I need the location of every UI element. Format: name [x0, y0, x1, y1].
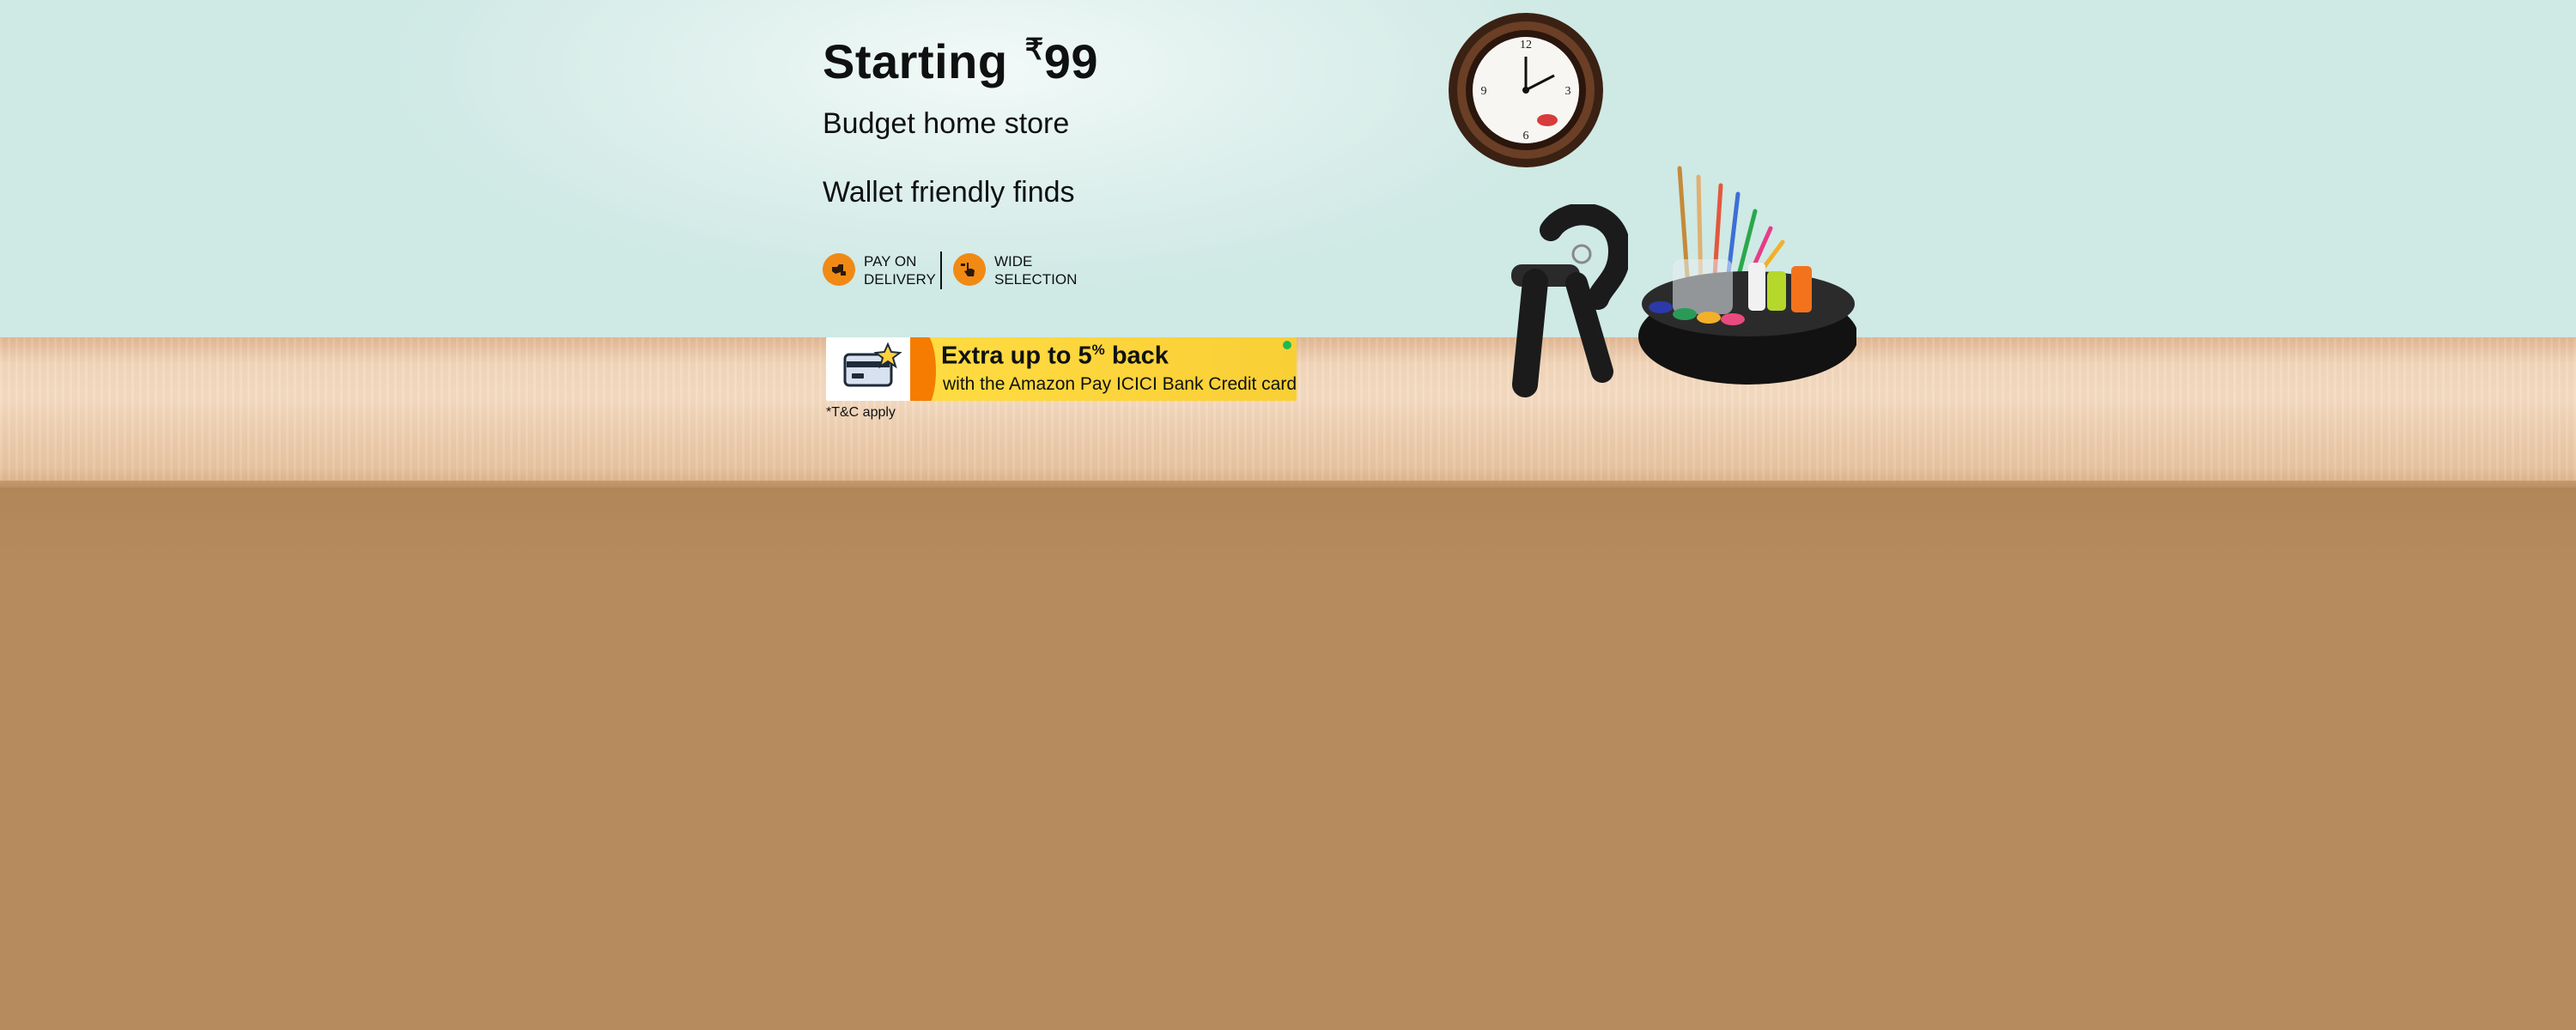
badge-pay-on-delivery: PAY ON DELIVERY: [823, 250, 936, 294]
rupee-symbol: ₹: [1024, 33, 1044, 66]
badge-pay-label: PAY ON DELIVERY: [864, 252, 950, 288]
art-supplies-organizer-icon[interactable]: [1619, 160, 1856, 403]
terms-apply: *T&C apply: [826, 405, 896, 420]
hand-gripper-icon[interactable]: [1499, 204, 1628, 402]
offer-subtitle: with the Amazon Pay ICICI Bank Credit ca…: [943, 374, 1297, 394]
badge-pay-line2: DELIVERY: [864, 271, 936, 288]
hero-tagline: Wallet friendly finds: [823, 176, 1075, 209]
svg-text:9: 9: [1481, 85, 1487, 98]
offer-indicator-dot: [1283, 341, 1291, 349]
credit-card-offer-banner[interactable]: Extra up to 5% back with the Amazon Pay …: [826, 337, 1297, 401]
floor-background: [0, 488, 2576, 1030]
offer-title-suffix: back: [1104, 342, 1169, 370]
offer-card-area: [826, 337, 922, 401]
wall-background: [0, 0, 2576, 339]
hand-pointer-icon: [953, 253, 986, 286]
badge-wide-line1: WIDE: [994, 253, 1033, 270]
title-prefix: Starting: [823, 34, 1008, 88]
feature-badges: PAY ON DELIVERY WIDE SELECTION: [823, 250, 1097, 294]
offer-title-text: Extra up to 5: [941, 342, 1092, 370]
svg-text:12: 12: [1520, 39, 1532, 52]
svg-text:3: 3: [1565, 85, 1571, 98]
badge-pay-line1: PAY ON: [864, 253, 917, 270]
wall-clock-icon[interactable]: 12 3 6 9: [1446, 10, 1606, 170]
badge-wide-selection: WIDE SELECTION: [953, 250, 1082, 294]
hero-subtitle: Budget home store: [823, 107, 1070, 140]
price-value: 99: [1043, 34, 1099, 88]
badge-wide-label: WIDE SELECTION: [994, 252, 1080, 288]
svg-text:6: 6: [1523, 130, 1529, 142]
offer-title: Extra up to 5% back: [941, 342, 1169, 371]
offer-percent: %: [1091, 342, 1105, 358]
offer-swoosh: [910, 337, 936, 401]
delivery-icon: [823, 253, 855, 286]
credit-card-icon: [843, 342, 902, 387]
badge-wide-line2: SELECTION: [994, 271, 1078, 288]
badge-divider: [940, 251, 942, 289]
hero-title: Starting ₹99: [823, 33, 1098, 89]
